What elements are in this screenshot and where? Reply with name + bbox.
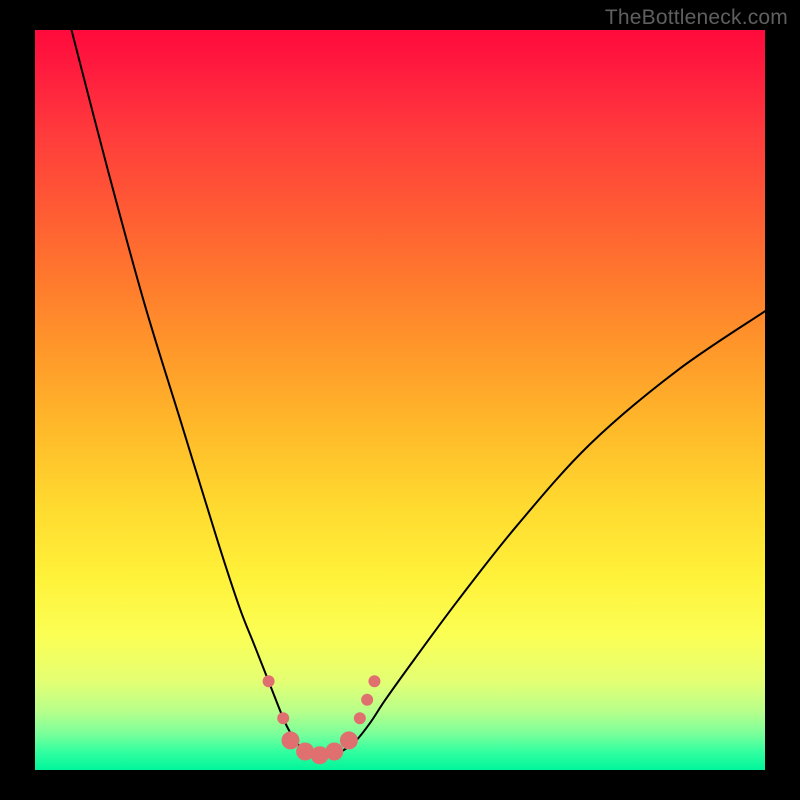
highlight-dot — [277, 712, 289, 724]
bottleneck-curve — [72, 30, 766, 755]
highlight-dot — [361, 694, 373, 706]
highlight-dot — [263, 675, 275, 687]
highlight-dot — [325, 743, 343, 761]
chart-plot-area — [35, 30, 765, 770]
highlight-dot — [368, 675, 380, 687]
highlight-dot — [282, 731, 300, 749]
highlight-dots — [263, 675, 381, 764]
chart-svg — [35, 30, 765, 770]
highlight-dot — [354, 712, 366, 724]
chart-frame: TheBottleneck.com — [0, 0, 800, 800]
watermark-text: TheBottleneck.com — [605, 6, 788, 30]
highlight-dot — [340, 731, 358, 749]
